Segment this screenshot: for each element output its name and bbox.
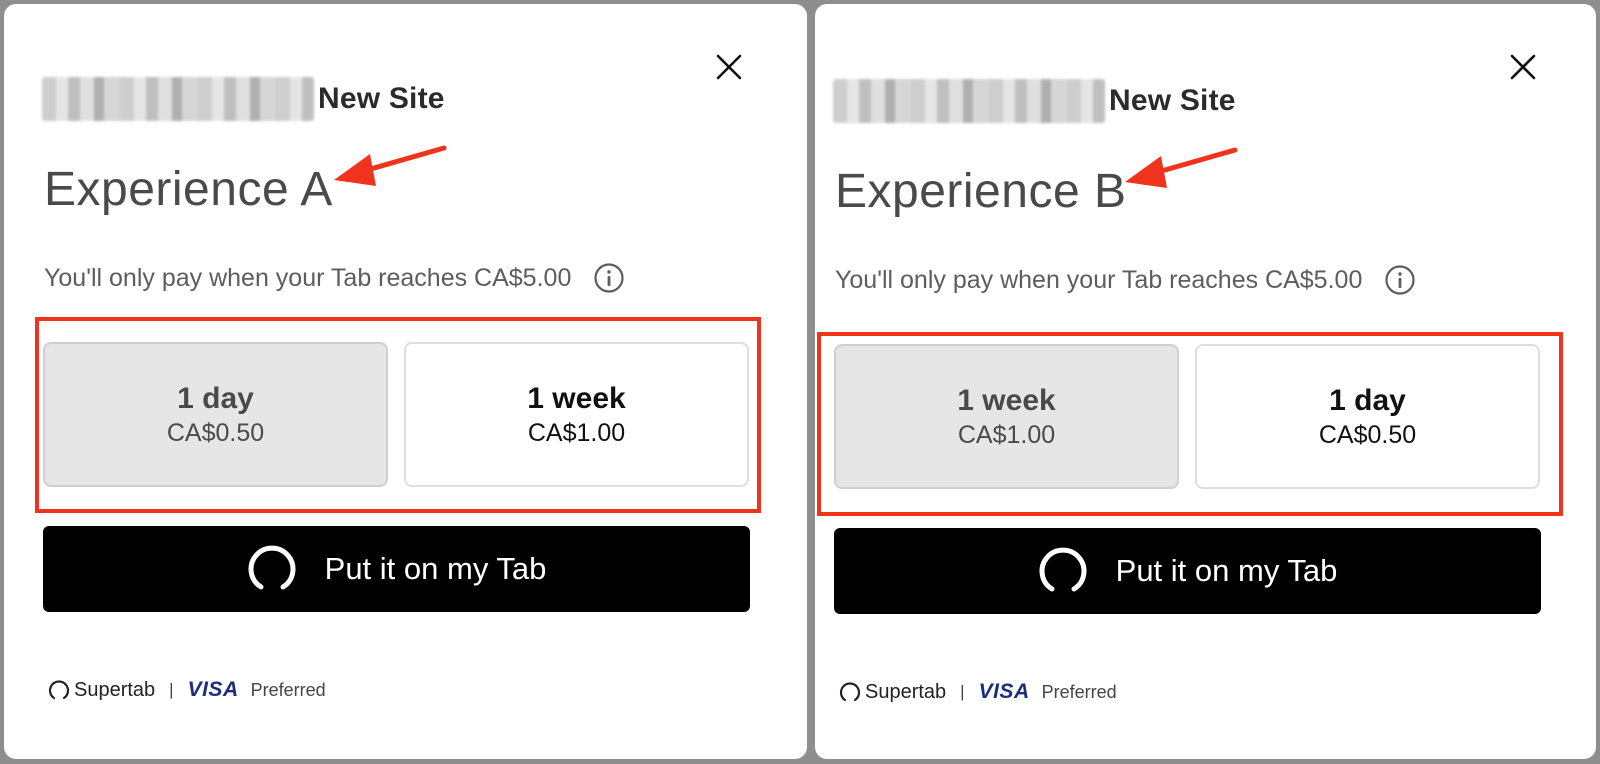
option-period: 1 week	[527, 381, 626, 415]
option-period: 1 day	[177, 381, 254, 415]
blurred-site-logo	[833, 79, 1105, 123]
experience-title: Experience A	[44, 163, 333, 216]
close-icon	[716, 54, 742, 80]
option-period: 1 week	[957, 383, 1056, 417]
footer: Supertab | VISA Preferred	[48, 678, 326, 702]
pay-notice-text: You'll only pay when your Tab reaches CA…	[44, 263, 572, 292]
experience-a-panel: New Site Experience A You'll only pay wh…	[4, 4, 807, 759]
annotation-arrow-icon	[1125, 147, 1238, 188]
experience-b-panel: New Site Experience B You'll only pay wh…	[815, 4, 1596, 759]
pay-notice-row: You'll only pay when your Tab reaches CA…	[835, 264, 1416, 296]
site-header: New Site	[42, 74, 445, 124]
supertab-ring-icon	[248, 545, 296, 590]
option-price: CA$1.00	[527, 418, 626, 447]
pay-notice-text: You'll only pay when your Tab reaches CA…	[835, 265, 1363, 294]
put-on-tab-button[interactable]: Put it on my Tab	[43, 526, 750, 612]
option-price: CA$0.50	[166, 418, 265, 447]
put-on-tab-button[interactable]: Put it on my Tab	[834, 528, 1541, 614]
site-header: New Site	[833, 76, 1236, 126]
annotation-arrow-icon	[334, 145, 447, 186]
close-icon	[1510, 54, 1536, 80]
supertab-logo-icon	[839, 682, 861, 702]
info-icon[interactable]	[1384, 264, 1416, 296]
supertab-ring-icon	[1039, 547, 1087, 592]
supertab-logo-icon	[48, 680, 70, 700]
blurred-site-logo	[42, 77, 314, 121]
option-price: CA$0.50	[1318, 420, 1417, 449]
footer-separator: |	[169, 680, 174, 699]
visa-preferred-text: Preferred	[250, 679, 326, 700]
footer-separator: |	[960, 682, 965, 701]
info-icon[interactable]	[593, 262, 625, 294]
close-button[interactable]	[1506, 50, 1540, 84]
visa-logo: VISA	[187, 678, 239, 701]
option-card-1-week[interactable]: 1 week CA$1.00	[834, 344, 1179, 489]
experience-title: Experience B	[835, 165, 1127, 218]
supertab-brand: Supertab	[74, 678, 156, 701]
button-label: Put it on my Tab	[324, 551, 547, 586]
pay-notice-row: You'll only pay when your Tab reaches CA…	[44, 262, 625, 294]
option-period: 1 day	[1329, 383, 1406, 417]
option-card-1-day[interactable]: 1 day CA$0.50	[1195, 344, 1540, 489]
site-name: New Site	[318, 82, 445, 115]
close-button[interactable]	[712, 50, 746, 84]
option-card-1-week[interactable]: 1 week CA$1.00	[404, 342, 749, 487]
visa-preferred-text: Preferred	[1041, 681, 1117, 702]
button-label: Put it on my Tab	[1115, 553, 1338, 588]
footer: Supertab | VISA Preferred	[839, 680, 1117, 704]
site-name: New Site	[1109, 84, 1236, 117]
option-card-1-day[interactable]: 1 day CA$0.50	[43, 342, 388, 487]
option-price: CA$1.00	[957, 420, 1056, 449]
supertab-brand: Supertab	[865, 680, 947, 703]
visa-logo: VISA	[978, 680, 1030, 703]
